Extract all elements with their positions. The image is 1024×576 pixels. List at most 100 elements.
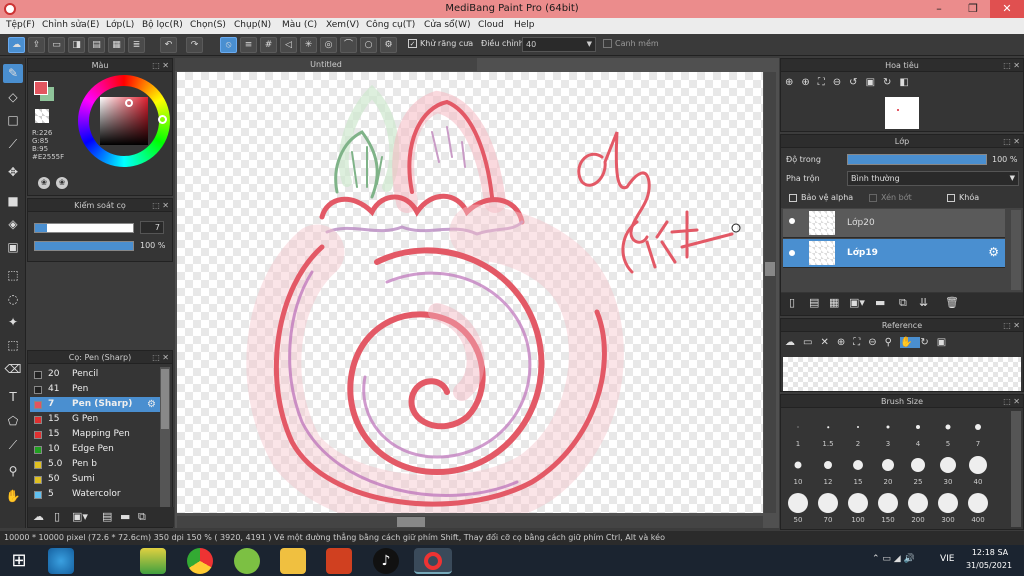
comic-icon[interactable]: ◨ bbox=[68, 37, 85, 53]
zoom-in-icon[interactable]: ⊕ bbox=[801, 77, 817, 88]
lock-checkbox[interactable] bbox=[947, 194, 955, 202]
actual-size-icon[interactable]: ▣ bbox=[937, 337, 954, 348]
layer-opacity-slider[interactable] bbox=[847, 154, 987, 165]
edit-tool-icon[interactable]: ⟋ bbox=[3, 135, 23, 154]
brush-size-option[interactable]: 7 bbox=[963, 413, 993, 449]
restore-button[interactable]: ❐ bbox=[956, 0, 990, 18]
hand-tool-icon[interactable]: ✋ bbox=[3, 487, 23, 506]
menu-tools[interactable]: Công cụ(T) bbox=[366, 20, 415, 30]
brush-size-option[interactable]: 30 bbox=[933, 451, 963, 487]
hand-icon[interactable]: ✋ bbox=[899, 337, 921, 348]
snap-grid-icon[interactable]: # bbox=[260, 37, 277, 53]
operation-tool-icon[interactable]: ⬠ bbox=[3, 412, 23, 431]
panel-window-icon[interactable]: ⬚ ✕ bbox=[152, 199, 169, 212]
redo-icon[interactable]: ↷ bbox=[186, 37, 203, 53]
brush-size-option[interactable]: 5 bbox=[933, 413, 963, 449]
duplicate-icon[interactable]: ⧉ bbox=[138, 510, 146, 524]
brush-opacity-slider[interactable] bbox=[34, 241, 134, 251]
tiktok-icon[interactable]: ♪ bbox=[373, 548, 399, 574]
brush-size-value[interactable]: 7 bbox=[140, 221, 164, 234]
actual-size-icon[interactable]: ▣ bbox=[866, 77, 883, 88]
brush-size-option[interactable]: 400 bbox=[963, 489, 993, 525]
select-eraser-icon[interactable]: ⌫ bbox=[3, 360, 23, 379]
page-icon[interactable]: ▤ bbox=[88, 37, 105, 53]
color-wheel[interactable] bbox=[78, 75, 170, 167]
panel-window-icon[interactable]: ⬚ ✕ bbox=[152, 59, 169, 72]
brush-size-option[interactable]: 100 bbox=[843, 489, 873, 525]
zoom-out-icon[interactable]: ⊖ bbox=[833, 77, 849, 88]
protect-alpha-checkbox[interactable] bbox=[789, 194, 797, 202]
fit-window-icon[interactable]: ⛶ bbox=[818, 77, 833, 88]
clock-date[interactable]: 31/05/2021 bbox=[964, 561, 1014, 570]
chrome-icon[interactable] bbox=[187, 548, 213, 574]
hue-handle[interactable] bbox=[158, 115, 167, 124]
menu-layer[interactable]: Lớp(L) bbox=[106, 20, 134, 30]
panel-window-icon[interactable]: ⬚ ✕ bbox=[1003, 319, 1020, 332]
eye-icon[interactable] bbox=[789, 218, 795, 224]
new-brush-icon[interactable]: ▯ bbox=[54, 510, 60, 523]
add-layer-dropdown-icon[interactable]: ▣▾ bbox=[849, 296, 865, 309]
saturation-square[interactable] bbox=[100, 97, 148, 145]
zoom-in-icon[interactable]: ⊕ bbox=[837, 337, 853, 348]
brush-size-option[interactable]: 15 bbox=[843, 451, 873, 487]
file-explorer-icon[interactable] bbox=[280, 548, 306, 574]
medibang-taskbar-icon[interactable] bbox=[414, 548, 452, 574]
close-button[interactable]: ✕ bbox=[990, 0, 1024, 18]
reference-view[interactable] bbox=[783, 357, 1021, 391]
brush-list-item[interactable]: 41 Pen bbox=[30, 382, 160, 397]
eyedropper-icon[interactable]: ⚲ bbox=[3, 462, 23, 481]
undo-icon[interactable]: ↶ bbox=[160, 37, 177, 53]
layer-list-scrollbar[interactable] bbox=[1011, 210, 1021, 290]
text-tool-icon[interactable]: T bbox=[3, 388, 23, 407]
new-8bit-layer-icon[interactable]: ▦ bbox=[829, 296, 839, 309]
brush-size-option[interactable]: 300 bbox=[933, 489, 963, 525]
snap-ellipse-icon[interactable]: ○ bbox=[360, 37, 377, 53]
language-indicator[interactable]: VIE bbox=[940, 554, 955, 564]
gear-icon[interactable]: ⚙ bbox=[988, 245, 999, 259]
brush-list-item[interactable]: 10 Edge Pen bbox=[30, 442, 160, 457]
rotate-right-icon[interactable]: ↻ bbox=[883, 77, 899, 88]
brush-size-scrollbar[interactable] bbox=[1011, 411, 1021, 527]
new-layer-icon[interactable]: ▯ bbox=[789, 296, 795, 309]
zoom-fit-icon[interactable]: ⊕ bbox=[785, 77, 801, 88]
snap-radial-icon[interactable]: ✳ bbox=[300, 37, 317, 53]
brush-list-item[interactable]: 15 G Pen bbox=[30, 412, 160, 427]
snap-soft-checkbox[interactable] bbox=[603, 39, 612, 48]
brush-list-item[interactable]: 20 Pencil bbox=[30, 367, 160, 382]
move-tool-icon[interactable]: ✥ bbox=[3, 163, 23, 182]
blend-mode-select[interactable]: Bình thường ▼ bbox=[847, 171, 1019, 186]
canvas-vertical-scrollbar[interactable] bbox=[764, 72, 776, 513]
comment-icon[interactable]: ▭ bbox=[48, 37, 65, 53]
tab-untitled[interactable]: Untitled bbox=[175, 58, 477, 71]
eraser-tool-icon[interactable]: ◇ bbox=[3, 88, 23, 107]
snap-circle-icon[interactable]: ◎ bbox=[320, 37, 337, 53]
panel-window-icon[interactable]: ⬚ ✕ bbox=[1003, 135, 1020, 148]
folder-icon[interactable]: ▬ bbox=[875, 296, 885, 309]
adjust-input[interactable]: 40 ▼ bbox=[522, 37, 596, 52]
brush-list-item[interactable]: 50 Sumi bbox=[30, 472, 160, 487]
internet-explorer-icon[interactable] bbox=[48, 548, 74, 574]
drawing-canvas[interactable] bbox=[177, 72, 763, 513]
bucket-tool-icon[interactable]: ◈ bbox=[3, 215, 23, 234]
duplicate-layer-icon[interactable]: ⧉ bbox=[899, 296, 907, 310]
brush-tool-icon[interactable]: ✎ bbox=[3, 64, 23, 83]
bluestacks-icon[interactable] bbox=[140, 548, 166, 574]
color-picker-handle[interactable] bbox=[125, 99, 133, 107]
menu-select[interactable]: Chọn(S) bbox=[190, 20, 226, 30]
panel-window-icon[interactable]: ⬚ ✕ bbox=[1003, 395, 1020, 408]
brush-list-item[interactable]: 15 Mapping Pen bbox=[30, 427, 160, 442]
layer-row[interactable]: Lớp20 bbox=[783, 209, 1005, 238]
eyedropper-icon[interactable]: ⚲ bbox=[885, 337, 900, 348]
rotate-left-icon[interactable]: ↺ bbox=[849, 77, 865, 88]
brush-size-option[interactable]: 3 bbox=[873, 413, 903, 449]
lasso-tool-icon[interactable]: ◌ bbox=[3, 290, 23, 309]
menu-window[interactable]: Cửa sổ(W) bbox=[424, 20, 470, 30]
palette-icon[interactable]: ❀ bbox=[38, 177, 50, 189]
palette-add-icon[interactable]: ❀ bbox=[56, 177, 68, 189]
gear-icon[interactable]: ⚙ bbox=[147, 397, 156, 412]
snap-parallel-icon[interactable]: ≡ bbox=[240, 37, 257, 53]
brush-size-option[interactable]: 70 bbox=[813, 489, 843, 525]
brush-size-option[interactable]: 25 bbox=[903, 451, 933, 487]
panel-icon[interactable]: ▦ bbox=[108, 37, 125, 53]
menu-help[interactable]: Help bbox=[514, 20, 535, 30]
